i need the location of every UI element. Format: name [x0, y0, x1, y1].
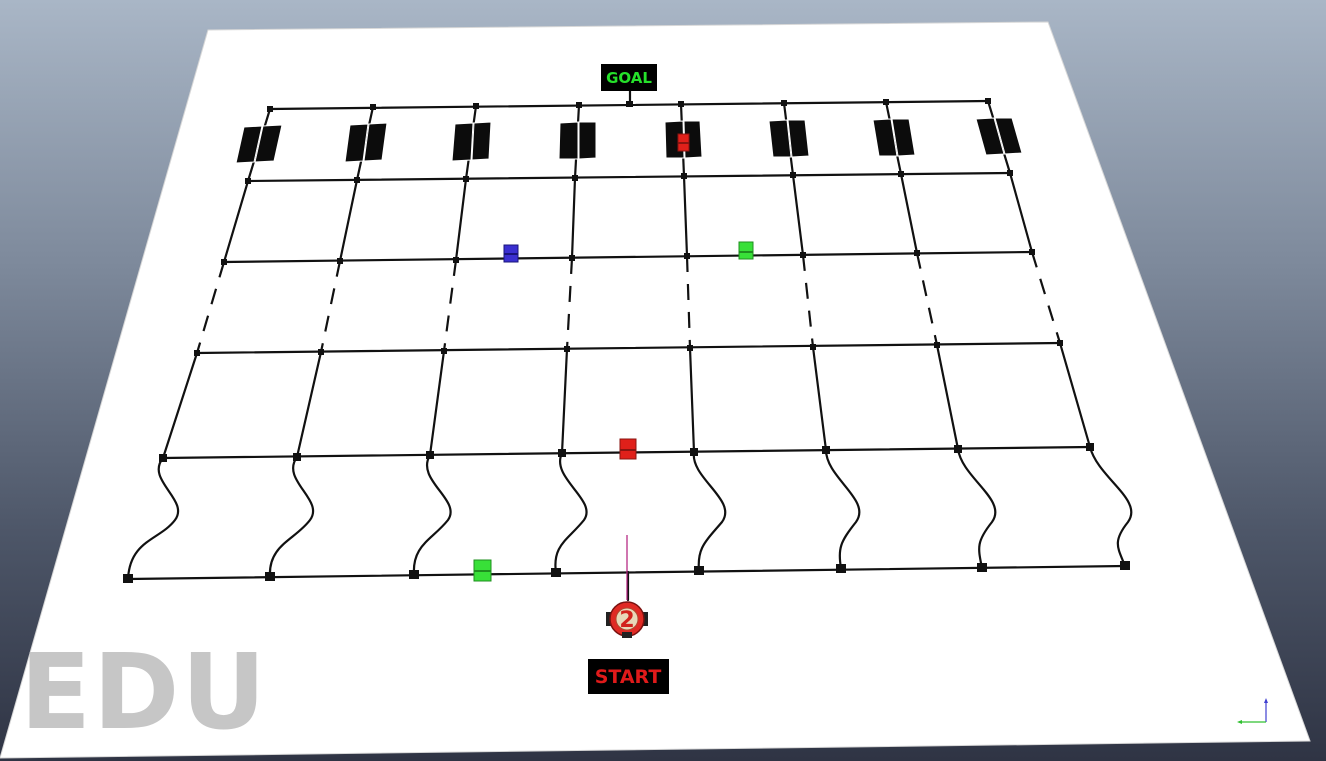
goal-label: GOAL: [606, 69, 652, 87]
edu-watermark: EDU: [20, 631, 268, 753]
robot-number: 2: [619, 608, 634, 633]
green-block-lower[interactable]: [473, 559, 492, 582]
red-block-top[interactable]: [677, 133, 690, 152]
start-label: START: [595, 666, 662, 688]
red-block-middle[interactable]: [619, 438, 637, 460]
green-block-upper[interactable]: [738, 241, 754, 260]
start-sign: START: [588, 659, 669, 694]
goal-sign: GOAL: [601, 64, 657, 91]
blue-block[interactable]: [503, 244, 519, 263]
